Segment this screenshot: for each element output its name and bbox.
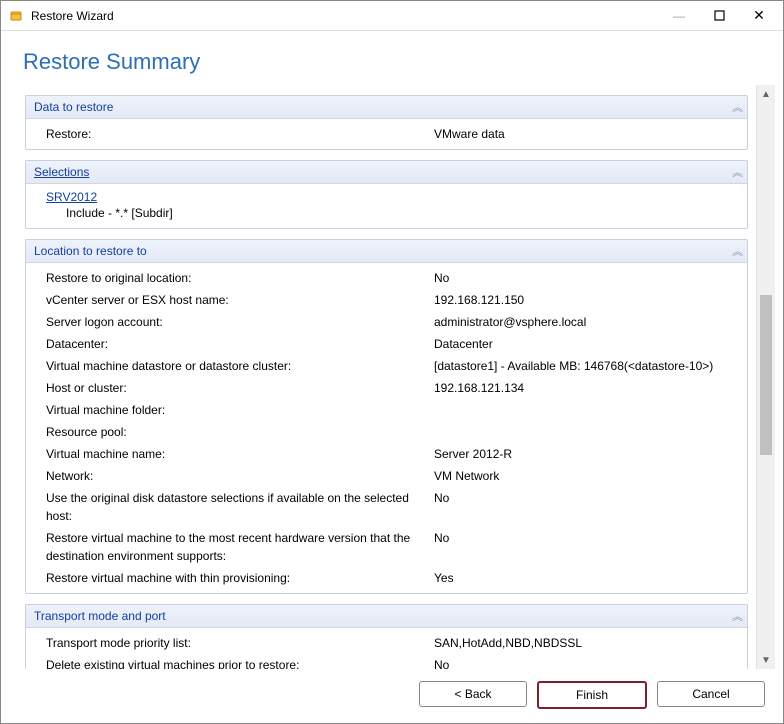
kv-value: No <box>434 269 739 287</box>
kv-row: Virtual machine name:Server 2012-R <box>26 443 747 465</box>
chevron-up-icon: ︽ <box>732 243 739 259</box>
kv-row: vCenter server or ESX host name:192.168.… <box>26 289 747 311</box>
scroll-down-icon[interactable]: ▼ <box>760 653 772 667</box>
chevron-up-icon: ︽ <box>732 99 739 115</box>
kv-row: Network:VM Network <box>26 465 747 487</box>
vertical-scrollbar[interactable]: ▲ ▼ <box>756 85 775 669</box>
kv-value: VM Network <box>434 467 739 485</box>
section-body: SRV2012 Include - *.* [Subdir] <box>26 184 747 228</box>
scrollbar-thumb[interactable] <box>760 295 772 455</box>
section-title: Transport mode and port <box>34 609 732 623</box>
selection-include: Include - *.* [Subdir] <box>26 206 747 224</box>
kv-row: Delete existing virtual machines prior t… <box>26 654 747 669</box>
kv-label: Server logon account: <box>46 313 434 331</box>
kv-value: 192.168.121.134 <box>434 379 739 397</box>
section-body: Restore: VMware data <box>26 119 747 149</box>
kv-label: Virtual machine folder: <box>46 401 434 419</box>
kv-value: No <box>434 489 739 525</box>
kv-row: Use the original disk datastore selectio… <box>26 487 747 527</box>
content-area: Data to restore ︽ Restore: VMware data S… <box>1 85 783 669</box>
section-location: Location to restore to ︽ Restore to orig… <box>25 239 748 594</box>
section-title: Location to restore to <box>34 244 732 258</box>
minimize-button[interactable]: — <box>659 2 699 30</box>
section-title-link[interactable]: Selections <box>34 165 732 179</box>
kv-label: Use the original disk datastore selectio… <box>46 489 434 525</box>
kv-value: VMware data <box>434 125 739 143</box>
section-data-to-restore: Data to restore ︽ Restore: VMware data <box>25 95 748 150</box>
kv-row: Resource pool: <box>26 421 747 443</box>
kv-label: Transport mode priority list: <box>46 634 434 652</box>
kv-row: Virtual machine datastore or datastore c… <box>26 355 747 377</box>
cancel-button[interactable]: Cancel <box>657 681 765 707</box>
kv-value: No <box>434 656 739 669</box>
scroll-area[interactable]: Data to restore ︽ Restore: VMware data S… <box>19 85 756 669</box>
kv-label: Network: <box>46 467 434 485</box>
scroll-up-icon[interactable]: ▲ <box>760 87 772 101</box>
kv-value <box>434 423 739 441</box>
kv-row: Host or cluster:192.168.121.134 <box>26 377 747 399</box>
section-header-location[interactable]: Location to restore to ︽ <box>26 240 747 263</box>
kv-row: Restore to original location:No <box>26 267 747 289</box>
section-title: Data to restore <box>34 100 732 114</box>
kv-value: 192.168.121.150 <box>434 291 739 309</box>
kv-label: Restore virtual machine to the most rece… <box>46 529 434 565</box>
kv-label: Restore to original location: <box>46 269 434 287</box>
titlebar: Restore Wizard — ✕ <box>1 1 783 31</box>
kv-value: administrator@vsphere.local <box>434 313 739 331</box>
app-icon <box>9 8 25 24</box>
kv-value: No <box>434 529 739 565</box>
kv-row: Datacenter:Datacenter <box>26 333 747 355</box>
kv-value: Datacenter <box>434 335 739 353</box>
window-frame: Restore Wizard — ✕ Restore Summary Data … <box>0 0 784 724</box>
kv-label: Virtual machine name: <box>46 445 434 463</box>
window-title: Restore Wizard <box>31 9 114 23</box>
kv-row: Restore virtual machine to the most rece… <box>26 527 747 567</box>
page-header: Restore Summary <box>1 31 783 85</box>
chevron-up-icon: ︽ <box>732 164 739 180</box>
kv-label: Datacenter: <box>46 335 434 353</box>
chevron-up-icon: ︽ <box>732 608 739 624</box>
section-body: Transport mode priority list:SAN,HotAdd,… <box>26 628 747 669</box>
kv-value: Yes <box>434 569 739 587</box>
button-bar: < Back Finish Cancel <box>1 669 783 723</box>
server-link[interactable]: SRV2012 <box>46 190 97 204</box>
kv-value: [datastore1] - Available MB: 146768(<dat… <box>434 357 739 375</box>
section-header-data-to-restore[interactable]: Data to restore ︽ <box>26 96 747 119</box>
kv-label: Resource pool: <box>46 423 434 441</box>
section-body: Restore to original location:No vCenter … <box>26 263 747 593</box>
kv-label: Restore virtual machine with thin provis… <box>46 569 434 587</box>
selection-server: SRV2012 <box>26 188 747 206</box>
page-title: Restore Summary <box>23 49 761 75</box>
kv-value <box>434 401 739 419</box>
section-selections: Selections ︽ SRV2012 Include - *.* [Subd… <box>25 160 748 229</box>
kv-row: Server logon account:administrator@vsphe… <box>26 311 747 333</box>
kv-row: Restore virtual machine with thin provis… <box>26 567 747 589</box>
section-transport: Transport mode and port ︽ Transport mode… <box>25 604 748 669</box>
kv-label: Host or cluster: <box>46 379 434 397</box>
kv-label: Restore: <box>46 125 434 143</box>
finish-button[interactable]: Finish <box>537 681 647 709</box>
kv-label: Virtual machine datastore or datastore c… <box>46 357 434 375</box>
kv-label: vCenter server or ESX host name: <box>46 291 434 309</box>
kv-row: Transport mode priority list:SAN,HotAdd,… <box>26 632 747 654</box>
section-header-transport[interactable]: Transport mode and port ︽ <box>26 605 747 628</box>
back-button[interactable]: < Back <box>419 681 527 707</box>
section-header-selections[interactable]: Selections ︽ <box>26 161 747 184</box>
kv-value: SAN,HotAdd,NBD,NBDSSL <box>434 634 739 652</box>
close-button[interactable]: ✕ <box>739 2 779 30</box>
maximize-button[interactable] <box>699 2 739 30</box>
kv-row: Virtual machine folder: <box>26 399 747 421</box>
kv-value: Server 2012-R <box>434 445 739 463</box>
kv-row: Restore: VMware data <box>26 123 747 145</box>
kv-label: Delete existing virtual machines prior t… <box>46 656 434 669</box>
